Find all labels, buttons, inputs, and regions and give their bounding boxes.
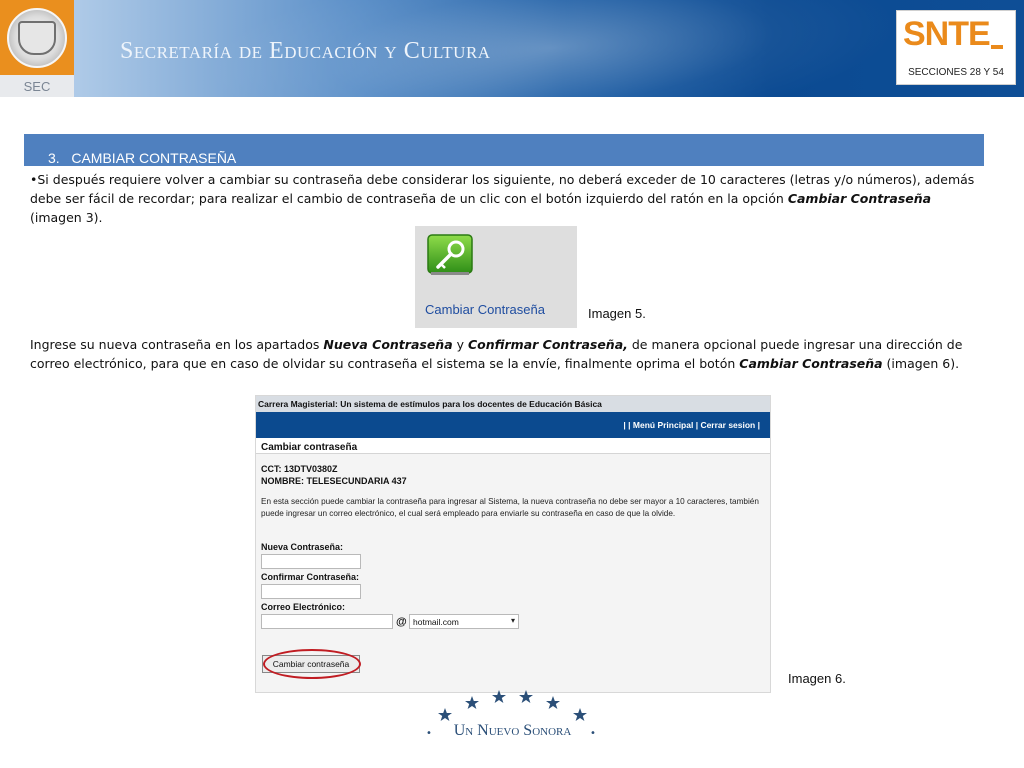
star-icon <box>492 690 506 703</box>
screenshot-description: En esta sección puede cambiar la contras… <box>261 497 759 518</box>
footer-slogan: Un Nuevo Sonora <box>453 722 572 739</box>
sec-logo-block: SEC <box>0 0 74 97</box>
page-title: Secretaría de Educación y Cultura <box>120 38 491 64</box>
footer-logo: • Un Nuevo Sonora • <box>420 688 605 748</box>
email-label: Correo Electrónico: <box>261 602 346 612</box>
paragraph1-text-end: (imagen 3). <box>30 210 103 225</box>
screenshot-nombre: NOMBRE: TELESECUNDARIA 437 <box>261 476 407 486</box>
change-password-tile-label: Cambiar Contraseña <box>425 302 545 317</box>
new-password-field[interactable] <box>261 554 361 569</box>
star-icon <box>573 708 587 721</box>
screenshot-nav-bar: | | Menú Principal | Cerrar sesion | <box>256 412 770 438</box>
paragraph2-text-2: y <box>452 337 468 352</box>
snte-logo-accent <box>991 45 1003 49</box>
state-seal-icon <box>7 7 67 68</box>
seal-shield-icon <box>18 20 56 55</box>
sec-logo-background <box>0 0 74 75</box>
header-banner: SEC Secretaría de Educación y Cultura SN… <box>0 0 1024 97</box>
image5-caption: Imagen 5. <box>588 306 646 321</box>
at-symbol: @ <box>396 616 407 628</box>
screenshot-heading: Cambiar contraseña <box>261 442 358 453</box>
screenshot-nav-links[interactable]: | | Menú Principal | Cerrar sesion | <box>623 420 760 430</box>
instructions-paragraph-2: Ingrese su nueva contraseña en los apart… <box>30 335 1005 373</box>
email-domain-value: hotmail.com <box>413 617 459 627</box>
email-field[interactable] <box>261 614 393 629</box>
screenshot-app-title: Carrera Magisterial: Un sistema de estím… <box>256 396 770 412</box>
paragraph2-text-1: Ingrese su nueva contraseña en los apart… <box>30 337 324 352</box>
image6-caption: Imagen 6. <box>788 671 846 686</box>
confirm-password-field[interactable] <box>261 584 361 599</box>
section-title-text: CAMBIAR CONTRASEÑA <box>71 150 237 166</box>
change-password-tile[interactable]: Cambiar Contraseña <box>415 226 577 328</box>
snte-logo-text: SNTE <box>903 15 991 53</box>
paragraph2-emphasis-2: Confirmar Contraseña, <box>468 337 628 352</box>
paragraph1-emphasis: Cambiar Contraseña <box>787 191 932 206</box>
snte-logo: SNTE SECCIONES 28 Y 54 <box>896 10 1016 85</box>
instructions-paragraph-1: •Si después requiere volver a cambiar su… <box>30 170 975 227</box>
star-icon <box>519 690 533 703</box>
star-icon <box>438 708 452 721</box>
section-number: 3. <box>48 150 60 166</box>
highlight-circle <box>263 649 361 679</box>
footer-dot-right: • <box>590 728 596 739</box>
star-icon <box>465 696 479 709</box>
screenshot-cct: CCT: 13DTV0380Z <box>261 464 338 474</box>
star-icon <box>546 696 560 709</box>
paragraph2-emphasis-3: Cambiar Contraseña <box>739 356 883 371</box>
key-icon <box>427 234 473 275</box>
snte-logo-subtitle: SECCIONES 28 Y 54 <box>908 67 1004 78</box>
change-password-screenshot: Carrera Magisterial: Un sistema de estím… <box>255 395 771 693</box>
section-title: 3. CAMBIAR CONTRASEÑA <box>48 150 236 166</box>
paragraph2-emphasis-1: Nueva Contraseña <box>323 337 453 352</box>
section-header-bar: 3. CAMBIAR CONTRASEÑA <box>24 134 984 166</box>
sec-logo-label: SEC <box>23 78 51 94</box>
paragraph2-text-4: (imagen 6). <box>882 356 960 371</box>
email-domain-select[interactable]: hotmail.com ▾ <box>409 614 519 629</box>
dropdown-arrow-icon: ▾ <box>510 616 515 625</box>
new-password-label: Nueva Contraseña: <box>261 542 344 552</box>
confirm-password-label: Confirmar Contraseña: <box>261 572 360 582</box>
